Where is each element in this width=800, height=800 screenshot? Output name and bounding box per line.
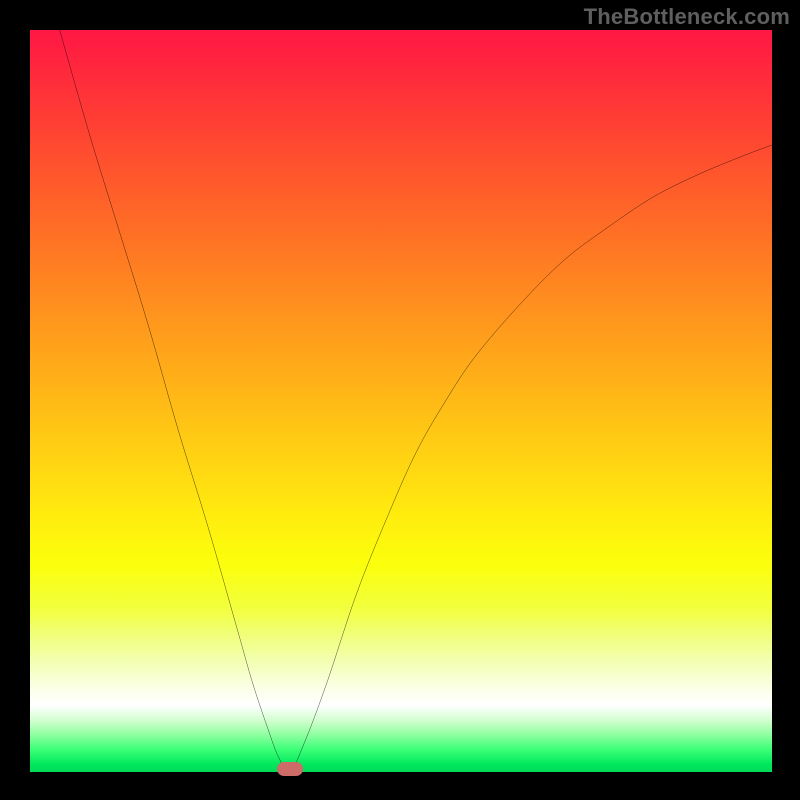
optimal-point-marker xyxy=(277,762,303,776)
bottleneck-curve xyxy=(60,30,772,772)
watermark-label: TheBottleneck.com xyxy=(584,4,790,30)
chart-frame: TheBottleneck.com xyxy=(0,0,800,800)
plot-area xyxy=(30,30,772,772)
curve-svg xyxy=(30,30,772,772)
